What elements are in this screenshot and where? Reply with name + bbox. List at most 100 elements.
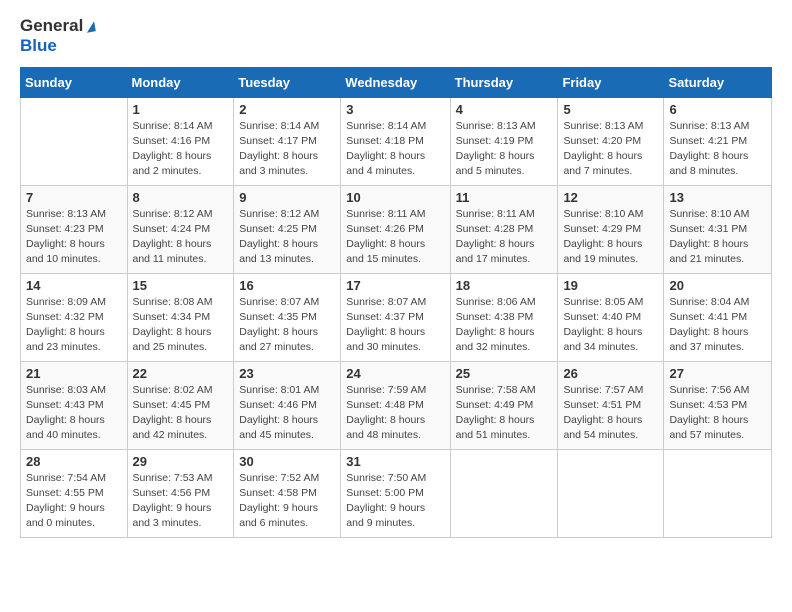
calendar-cell: 13 Sunrise: 8:10 AMSunset: 4:31 PMDayligh… <box>664 185 772 273</box>
day-number: 8 <box>133 190 229 205</box>
weekday-header-monday: Monday <box>127 67 234 97</box>
day-info: Sunrise: 7:50 AMSunset: 5:00 PMDaylight:… <box>346 471 444 532</box>
page-header: General Blue <box>20 16 772 57</box>
day-number: 9 <box>239 190 335 205</box>
day-number: 16 <box>239 278 335 293</box>
calendar-cell: 14Sunrise: 8:09 AMSunset: 4:32 PMDayligh… <box>21 273 128 361</box>
day-info: Sunrise: 7:54 AMSunset: 4:55 PMDaylight:… <box>26 471 122 532</box>
calendar-cell: 7Sunrise: 8:13 AMSunset: 4:23 PMDaylight… <box>21 185 128 273</box>
calendar-cell: 18 Sunrise: 8:06 AMSunset: 4:38 PMDayligh… <box>450 273 558 361</box>
day-number: 6 <box>669 102 766 117</box>
day-number: 5 <box>563 102 658 117</box>
day-number: 22 <box>133 366 229 381</box>
day-number: 31 <box>346 454 444 469</box>
day-number: 15 <box>133 278 229 293</box>
calendar-cell: 10 Sunrise: 8:11 AMSunset: 4:26 PMDayligh… <box>341 185 450 273</box>
day-info: Sunrise: 8:14 AMSunset: 4:17 PMDaylight:… <box>239 119 335 180</box>
calendar-week-row: 28 Sunrise: 7:54 AMSunset: 4:55 PMDayligh… <box>21 449 772 537</box>
day-number: 29 <box>133 454 229 469</box>
calendar-cell: 4 Sunrise: 8:13 AMSunset: 4:19 PMDaylight… <box>450 97 558 185</box>
weekday-header-sunday: Sunday <box>21 67 128 97</box>
day-info: Sunrise: 7:53 AMSunset: 4:56 PMDaylight:… <box>133 471 229 532</box>
calendar-cell: 21 Sunrise: 8:03 AMSunset: 4:43 PMDayligh… <box>21 361 128 449</box>
calendar-cell: 31 Sunrise: 7:50 AMSunset: 5:00 PMDayligh… <box>341 449 450 537</box>
calendar-cell: 24 Sunrise: 7:59 AMSunset: 4:48 PMDayligh… <box>341 361 450 449</box>
day-info: Sunrise: 8:02 AMSunset: 4:45 PMDaylight:… <box>133 383 229 444</box>
day-info: Sunrise: 8:07 AMSunset: 4:35 PMDaylight:… <box>239 295 335 356</box>
calendar-cell: 26 Sunrise: 7:57 AMSunset: 4:51 PMDayligh… <box>558 361 664 449</box>
calendar-cell: 12 Sunrise: 8:10 AMSunset: 4:29 PMDayligh… <box>558 185 664 273</box>
weekday-header-tuesday: Tuesday <box>234 67 341 97</box>
day-info: Sunrise: 8:07 AMSunset: 4:37 PMDaylight:… <box>346 295 444 356</box>
calendar-cell: 2 Sunrise: 8:14 AMSunset: 4:17 PMDaylight… <box>234 97 341 185</box>
logo-text: General Blue <box>20 16 95 57</box>
day-info: Sunrise: 8:03 AMSunset: 4:43 PMDaylight:… <box>26 383 122 444</box>
day-info: Sunrise: 8:05 AMSunset: 4:40 PMDaylight:… <box>563 295 658 356</box>
calendar-cell: 28 Sunrise: 7:54 AMSunset: 4:55 PMDayligh… <box>21 449 128 537</box>
day-number: 7 <box>26 190 122 205</box>
logo: General Blue <box>20 16 95 57</box>
day-info: Sunrise: 8:14 AMSunset: 4:16 PMDaylight:… <box>133 119 229 180</box>
calendar-cell: 23 Sunrise: 8:01 AMSunset: 4:46 PMDayligh… <box>234 361 341 449</box>
day-number: 21 <box>26 366 122 381</box>
calendar-week-row: 7Sunrise: 8:13 AMSunset: 4:23 PMDaylight… <box>21 185 772 273</box>
calendar-cell: 30Sunrise: 7:52 AMSunset: 4:58 PMDayligh… <box>234 449 341 537</box>
day-number: 12 <box>563 190 658 205</box>
weekday-header-saturday: Saturday <box>664 67 772 97</box>
day-number: 27 <box>669 366 766 381</box>
day-number: 3 <box>346 102 444 117</box>
calendar-cell <box>558 449 664 537</box>
day-info: Sunrise: 8:13 AMSunset: 4:19 PMDaylight:… <box>456 119 553 180</box>
day-info: Sunrise: 8:10 AMSunset: 4:29 PMDaylight:… <box>563 207 658 268</box>
day-info: Sunrise: 7:58 AMSunset: 4:49 PMDaylight:… <box>456 383 553 444</box>
calendar-cell: 17Sunrise: 8:07 AMSunset: 4:37 PMDayligh… <box>341 273 450 361</box>
calendar-cell <box>450 449 558 537</box>
calendar-cell: 16 Sunrise: 8:07 AMSunset: 4:35 PMDayligh… <box>234 273 341 361</box>
day-info: Sunrise: 7:57 AMSunset: 4:51 PMDaylight:… <box>563 383 658 444</box>
day-number: 24 <box>346 366 444 381</box>
calendar-cell: 25Sunrise: 7:58 AMSunset: 4:49 PMDayligh… <box>450 361 558 449</box>
calendar-cell: 19Sunrise: 8:05 AMSunset: 4:40 PMDayligh… <box>558 273 664 361</box>
calendar-cell: 8 Sunrise: 8:12 AMSunset: 4:24 PMDaylight… <box>127 185 234 273</box>
calendar-week-row: 14Sunrise: 8:09 AMSunset: 4:32 PMDayligh… <box>21 273 772 361</box>
day-number: 11 <box>456 190 553 205</box>
day-number: 18 <box>456 278 553 293</box>
day-info: Sunrise: 7:56 AMSunset: 4:53 PMDaylight:… <box>669 383 766 444</box>
day-number: 28 <box>26 454 122 469</box>
weekday-header-wednesday: Wednesday <box>341 67 450 97</box>
calendar-cell: 9 Sunrise: 8:12 AMSunset: 4:25 PMDaylight… <box>234 185 341 273</box>
day-number: 14 <box>26 278 122 293</box>
day-info: Sunrise: 8:11 AMSunset: 4:26 PMDaylight:… <box>346 207 444 268</box>
day-info: Sunrise: 8:11 AMSunset: 4:28 PMDaylight:… <box>456 207 553 268</box>
day-info: Sunrise: 8:10 AMSunset: 4:31 PMDaylight:… <box>669 207 766 268</box>
calendar-cell: 29 Sunrise: 7:53 AMSunset: 4:56 PMDayligh… <box>127 449 234 537</box>
day-number: 20 <box>669 278 766 293</box>
day-info: Sunrise: 8:06 AMSunset: 4:38 PMDaylight:… <box>456 295 553 356</box>
day-info: Sunrise: 8:12 AMSunset: 4:24 PMDaylight:… <box>133 207 229 268</box>
calendar-cell: 3 Sunrise: 8:14 AMSunset: 4:18 PMDaylight… <box>341 97 450 185</box>
day-info: Sunrise: 8:12 AMSunset: 4:25 PMDaylight:… <box>239 207 335 268</box>
weekday-header-thursday: Thursday <box>450 67 558 97</box>
day-info: Sunrise: 8:01 AMSunset: 4:46 PMDaylight:… <box>239 383 335 444</box>
day-info: Sunrise: 8:13 AMSunset: 4:20 PMDaylight:… <box>563 119 658 180</box>
day-number: 10 <box>346 190 444 205</box>
calendar-cell: 15 Sunrise: 8:08 AMSunset: 4:34 PMDayligh… <box>127 273 234 361</box>
day-info: Sunrise: 7:59 AMSunset: 4:48 PMDaylight:… <box>346 383 444 444</box>
day-number: 30 <box>239 454 335 469</box>
day-number: 4 <box>456 102 553 117</box>
calendar-cell: 27 Sunrise: 7:56 AMSunset: 4:53 PMDayligh… <box>664 361 772 449</box>
calendar-cell: 6Sunrise: 8:13 AMSunset: 4:21 PMDaylight… <box>664 97 772 185</box>
calendar-cell: 20Sunrise: 8:04 AMSunset: 4:41 PMDayligh… <box>664 273 772 361</box>
day-number: 26 <box>563 366 658 381</box>
day-number: 2 <box>239 102 335 117</box>
day-info: Sunrise: 8:14 AMSunset: 4:18 PMDaylight:… <box>346 119 444 180</box>
day-number: 23 <box>239 366 335 381</box>
weekday-header-friday: Friday <box>558 67 664 97</box>
calendar-week-row: 21 Sunrise: 8:03 AMSunset: 4:43 PMDayligh… <box>21 361 772 449</box>
calendar-cell: 5 Sunrise: 8:13 AMSunset: 4:20 PMDaylight… <box>558 97 664 185</box>
calendar-table: SundayMondayTuesdayWednesdayThursdayFrid… <box>20 67 772 538</box>
day-number: 1 <box>133 102 229 117</box>
day-number: 13 <box>669 190 766 205</box>
calendar-cell: 11 Sunrise: 8:11 AMSunset: 4:28 PMDayligh… <box>450 185 558 273</box>
day-info: Sunrise: 8:08 AMSunset: 4:34 PMDaylight:… <box>133 295 229 356</box>
